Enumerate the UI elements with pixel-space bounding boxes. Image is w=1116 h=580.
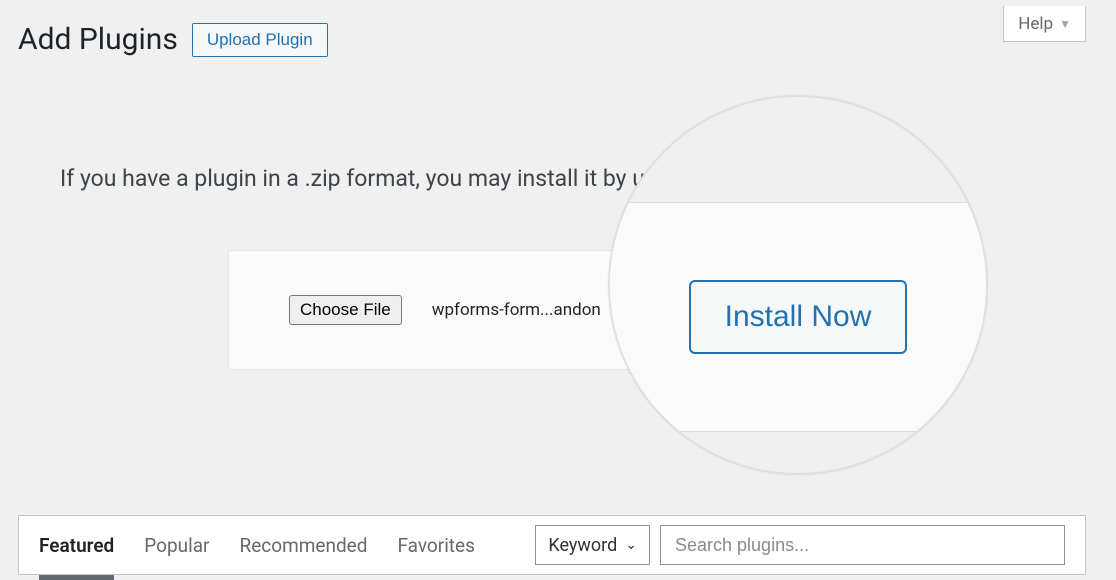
help-label: Help xyxy=(1018,14,1053,34)
filter-bar: Featured Popular Recommended Favorites K… xyxy=(18,515,1086,575)
search-group: Keyword ⌄ xyxy=(535,525,1065,565)
filter-tabs: Featured Popular Recommended Favorites xyxy=(39,518,475,573)
magnifier-callout: Install Now xyxy=(608,95,988,475)
magnified-upload-box: Install Now xyxy=(610,202,986,432)
choose-file-button[interactable]: Choose File xyxy=(289,295,402,325)
chevron-down-icon: ⌄ xyxy=(625,537,637,553)
tab-favorites[interactable]: Favorites xyxy=(397,518,474,573)
search-filter-label: Keyword xyxy=(548,535,617,556)
selected-file-name: wpforms-form...andon xyxy=(432,300,601,320)
install-now-button-zoomed[interactable]: Install Now xyxy=(689,280,908,354)
upload-plugin-button[interactable]: Upload Plugin xyxy=(192,23,328,57)
page-header: Add Plugins Upload Plugin xyxy=(18,22,328,57)
tab-featured[interactable]: Featured xyxy=(39,518,114,573)
page-title: Add Plugins xyxy=(18,22,178,57)
help-tab[interactable]: Help ▼ xyxy=(1003,6,1086,42)
tab-popular[interactable]: Popular xyxy=(144,518,209,573)
search-filter-select[interactable]: Keyword ⌄ xyxy=(535,525,650,565)
tab-recommended[interactable]: Recommended xyxy=(240,518,368,573)
caret-down-icon: ▼ xyxy=(1059,17,1071,31)
search-input[interactable] xyxy=(660,525,1065,565)
